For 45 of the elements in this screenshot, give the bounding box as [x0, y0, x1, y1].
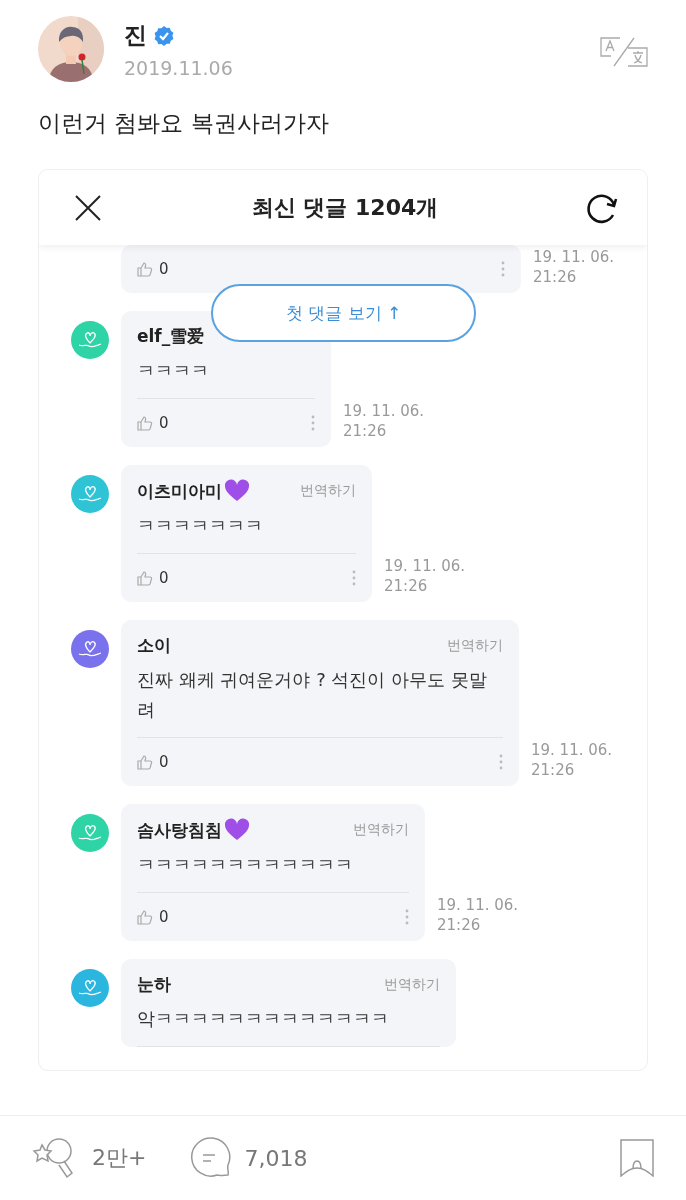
more-icon[interactable]	[501, 261, 505, 277]
thumbs-up-icon	[137, 909, 153, 925]
user-avatar[interactable]	[71, 630, 109, 668]
user-avatar[interactable]	[71, 321, 109, 359]
like-button[interactable]: 0	[137, 260, 169, 278]
lightstick-count: 2만+	[92, 1144, 147, 1172]
panel-title: 최신 댓글 1204개	[251, 193, 439, 222]
more-icon[interactable]	[311, 415, 315, 431]
comment-text: 진짜 왜케 귀여운거야 ? 석진이 아무도 못말려	[137, 657, 503, 738]
more-icon[interactable]	[499, 754, 503, 770]
first-comment-button[interactable]: 첫 댓글 보기 ↑	[211, 284, 476, 342]
commenter-name: elf_雪爱	[137, 325, 205, 348]
user-avatar[interactable]	[71, 814, 109, 852]
commenter-name: 눈하	[137, 973, 171, 996]
commenter-name: 솜사탕침침	[137, 818, 222, 842]
like-button[interactable]: 0	[137, 569, 169, 587]
comment-time: 19. 11. 06. 21:26	[437, 895, 519, 936]
more-icon[interactable]	[352, 570, 356, 586]
user-avatar[interactable]	[71, 969, 109, 1007]
like-button[interactable]: 0	[137, 414, 169, 432]
translate-icon[interactable]	[600, 36, 648, 68]
thumbs-up-icon	[137, 754, 153, 770]
comment-text: ㅋㅋㅋㅋㅋㅋㅋ	[137, 503, 356, 554]
like-button[interactable]: 0	[137, 753, 169, 771]
more-icon[interactable]	[405, 909, 409, 925]
comment-text: 악ㅋㅋㅋㅋㅋㅋㅋㅋㅋㅋㅋㅋㅋ	[137, 996, 440, 1047]
thumbs-up-icon	[137, 261, 153, 277]
thumbs-up-icon	[137, 570, 153, 586]
comment-count: 7,018	[244, 1145, 308, 1171]
post-date: 2019.11.06	[124, 57, 234, 79]
comment-time: 19. 11. 06. 21:26	[533, 247, 615, 288]
comment-time: 19. 11. 06. 21:26	[343, 401, 425, 442]
comment-time: 19. 11. 06. 21:26	[531, 740, 613, 781]
comment-text: ㅋㅋㅋㅋ	[137, 348, 315, 399]
post-text: 이런거 첨봐요 복권사러가자	[37, 109, 330, 138]
commenter-name: 소이	[137, 634, 171, 657]
bookmark-icon[interactable]	[620, 1139, 654, 1177]
comment-text: ㅋㅋㅋㅋㅋㅋㅋㅋㅋㅋㅋㅋ	[137, 842, 409, 893]
thumbs-up-icon	[137, 415, 153, 431]
author-name: 진	[124, 21, 147, 50]
comment-time: 19. 11. 06. 21:26	[384, 556, 466, 597]
comment-icon[interactable]	[188, 1137, 233, 1179]
like-button[interactable]: 0	[137, 908, 169, 926]
commenter-name: 이츠미아미	[137, 479, 222, 503]
user-avatar[interactable]	[71, 475, 109, 513]
